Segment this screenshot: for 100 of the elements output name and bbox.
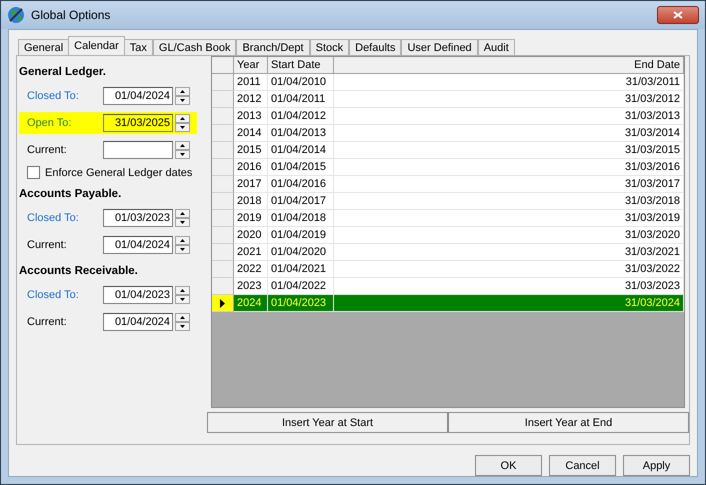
spin-down-button[interactable] [175, 123, 190, 132]
date-field[interactable]: 01/04/2024 [103, 87, 173, 105]
date-field[interactable] [103, 141, 173, 159]
table-cell: 01/04/2014 [268, 142, 334, 159]
table-cell: 01/04/2021 [268, 261, 334, 278]
down-arrow-icon [180, 298, 185, 301]
close-button[interactable] [657, 6, 699, 24]
table-cell: 01/04/2013 [268, 125, 334, 142]
table-cell: 2015 [234, 142, 268, 159]
up-arrow-icon [180, 90, 185, 93]
table-cell: 31/03/2012 [334, 91, 684, 108]
table-cell: 2021 [234, 244, 268, 261]
table-cell: 2016 [234, 159, 268, 176]
down-arrow-icon [180, 99, 185, 102]
date-field[interactable]: 01/04/2023 [103, 286, 173, 304]
tab[interactable]: General [18, 39, 70, 55]
tab[interactable]: User Defined [401, 39, 478, 55]
table-cell: 31/03/2024 [334, 295, 684, 312]
field-label: Closed To: [27, 90, 80, 102]
table-cell: 2014 [234, 125, 268, 142]
insert-year-button[interactable]: Insert Year at Start [207, 412, 448, 433]
checkbox[interactable] [27, 166, 40, 179]
tab[interactable]: Stock [310, 39, 350, 55]
table-cell: 31/03/2022 [334, 261, 684, 278]
down-arrow-icon [180, 126, 185, 129]
table-cell: 2019 [234, 210, 268, 227]
table-cell: 01/04/2022 [268, 278, 334, 295]
table-cell: 01/04/2012 [268, 108, 334, 125]
section-title: General Ledger. [19, 66, 107, 78]
table-cell: 01/04/2016 [268, 176, 334, 193]
table-cell: 2020 [234, 227, 268, 244]
table-cell: 2012 [234, 91, 268, 108]
dialog-button[interactable]: Apply [623, 455, 690, 476]
spin-up-button[interactable] [175, 141, 190, 150]
column-header: End Date [334, 57, 684, 74]
up-arrow-icon [180, 239, 185, 242]
window-title: Global Options [31, 8, 112, 22]
checkbox-label: Enforce General Ledger dates [45, 166, 192, 178]
date-field[interactable]: 31/03/2025 [103, 114, 173, 132]
tab[interactable]: Audit [478, 39, 515, 55]
spin-up-button[interactable] [175, 313, 190, 322]
table-cell: 2017 [234, 176, 268, 193]
up-arrow-icon [180, 144, 185, 147]
spin-up-button[interactable] [175, 114, 190, 123]
field-label: Current: [27, 144, 68, 156]
table-cell: 2024 [234, 295, 268, 312]
table-cell: 31/03/2016 [334, 159, 684, 176]
tab[interactable]: Branch/Dept [236, 39, 310, 55]
up-arrow-icon [180, 212, 185, 215]
table-cell: 2013 [234, 108, 268, 125]
spin-up-button[interactable] [175, 286, 190, 295]
spin-down-button[interactable] [175, 322, 190, 331]
tab[interactable]: Tax [124, 39, 153, 55]
spin-down-button[interactable] [175, 245, 190, 254]
spin-up-button[interactable] [175, 236, 190, 245]
spin-down-button[interactable] [175, 96, 190, 105]
field-label: Closed To: [27, 212, 80, 224]
table-cell: 01/04/2017 [268, 193, 334, 210]
spin-down-button[interactable] [175, 295, 190, 304]
close-icon [673, 11, 683, 19]
table-cell: 2011 [234, 74, 268, 91]
date-field[interactable]: 01/03/2023 [103, 209, 173, 227]
table-cell: 01/04/2011 [268, 91, 334, 108]
table-cell: 31/03/2017 [334, 176, 684, 193]
field-label: Closed To: [27, 289, 80, 301]
spin-down-button[interactable] [175, 150, 190, 159]
field-label: Open To: [27, 117, 72, 129]
table-cell: 2023 [234, 278, 268, 295]
spin-up-button[interactable] [175, 87, 190, 96]
table-cell: 31/03/2015 [334, 142, 684, 159]
up-arrow-icon [180, 117, 185, 120]
table-cell: 31/03/2013 [334, 108, 684, 125]
spin-down-button[interactable] [175, 218, 190, 227]
tab[interactable]: Defaults [349, 39, 402, 55]
table-cell: 31/03/2011 [334, 74, 684, 91]
table-cell: 31/03/2019 [334, 210, 684, 227]
up-arrow-icon [180, 289, 185, 292]
down-arrow-icon [180, 325, 185, 328]
table-cell: 31/03/2020 [334, 227, 684, 244]
section-title: Accounts Receivable. [19, 265, 139, 277]
row-indicator[interactable] [212, 295, 234, 312]
insert-year-button[interactable]: Insert Year at End [448, 412, 689, 433]
table-cell: 01/04/2015 [268, 159, 334, 176]
current-row-icon [220, 298, 225, 308]
spin-up-button[interactable] [175, 209, 190, 218]
down-arrow-icon [180, 221, 185, 224]
table-cell: 01/04/2019 [268, 227, 334, 244]
globe-icon [7, 6, 25, 24]
table-cell: 01/04/2018 [268, 210, 334, 227]
tab[interactable]: GL/Cash Book [152, 39, 236, 55]
dialog-button[interactable]: OK [475, 455, 542, 476]
date-field[interactable]: 01/04/2024 [103, 313, 173, 331]
table-cell: 31/03/2018 [334, 193, 684, 210]
table-cell: 2018 [234, 193, 268, 210]
field-label: Current: [27, 239, 68, 251]
date-field[interactable]: 01/04/2024 [103, 236, 173, 254]
table-cell: 01/04/2010 [268, 74, 334, 91]
dialog-button[interactable]: Cancel [549, 455, 616, 476]
field-label: Current: [27, 316, 68, 328]
up-arrow-icon [180, 316, 185, 319]
